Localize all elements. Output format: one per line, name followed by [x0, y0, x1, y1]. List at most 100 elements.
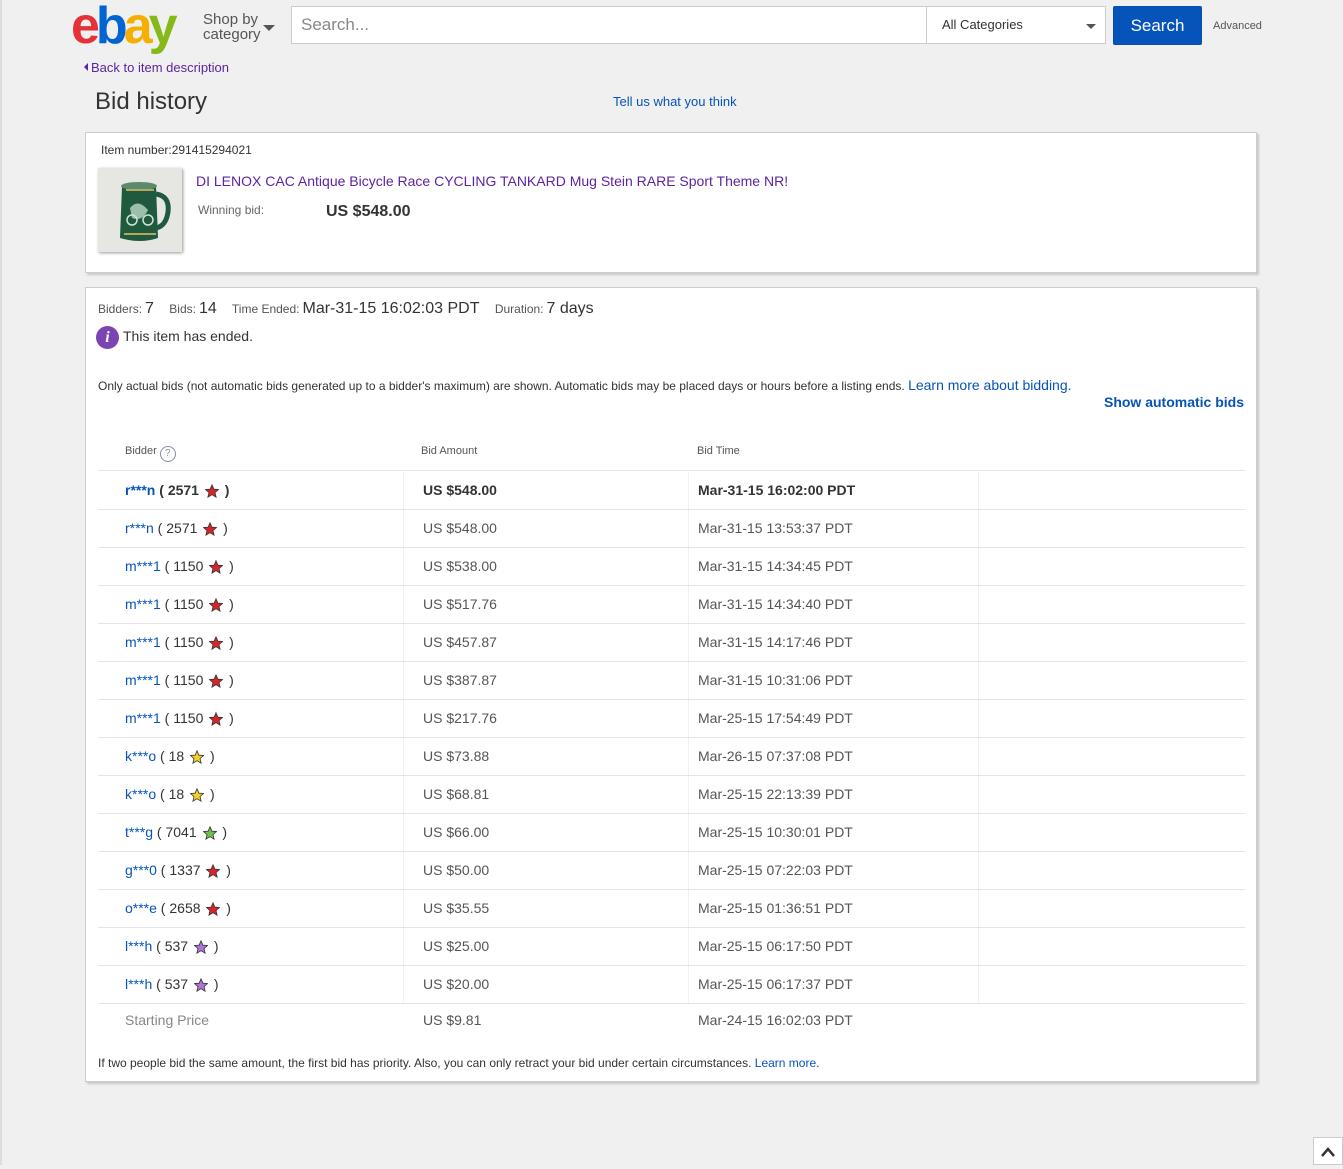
- bid-amount: US $20.00: [423, 976, 490, 992]
- logo-letter-b: b: [95, 0, 128, 55]
- feedback-star-icon[interactable]: [209, 636, 224, 650]
- item-number-label: Item number:: [101, 143, 172, 157]
- feedback-score[interactable]: 2658: [169, 900, 200, 916]
- bid-row: l***h ( 537 ) US $20.00 Mar-25-15 06:17:37…: [98, 966, 1245, 1004]
- bidder-link[interactable]: r***n: [125, 482, 155, 498]
- bid-row: k***o ( 18 ) US $68.81 Mar-25-15 22:13:39 …: [98, 776, 1245, 814]
- ebay-logo[interactable]: ebay: [71, 0, 178, 55]
- feedback-star-icon[interactable]: [209, 560, 224, 574]
- feedback-score[interactable]: 1150: [173, 596, 203, 612]
- feedback-star-icon[interactable]: [193, 978, 208, 992]
- feedback-score[interactable]: 537: [165, 938, 188, 954]
- feedback-score[interactable]: 1150: [173, 634, 203, 650]
- bid-amount: US $548.00: [423, 482, 497, 498]
- learn-more-link[interactable]: Learn more.: [755, 1056, 820, 1070]
- bidder-cell: m***1 ( 1150 ): [125, 558, 234, 574]
- bidder-link[interactable]: r***n: [125, 520, 154, 536]
- bidder-link[interactable]: k***o: [125, 786, 156, 802]
- feedback-star-icon[interactable]: [209, 712, 224, 726]
- bid-amount: US $517.76: [423, 596, 497, 612]
- feedback-star-icon[interactable]: [206, 902, 221, 916]
- search-bar: All Categories: [291, 6, 1106, 44]
- feedback-star-icon[interactable]: [203, 522, 218, 536]
- bid-row: r***n ( 2571 ) US $548.00 Mar-31-15 16:02:…: [98, 472, 1245, 510]
- amount-column-header: Bid Amount: [421, 445, 478, 457]
- bid-time: Mar-31-15 14:17:46 PDT: [698, 634, 853, 650]
- item-ended-notice: i This item has ended.: [96, 326, 253, 349]
- feedback-link[interactable]: Tell us what you think: [613, 94, 737, 109]
- bidder-link[interactable]: l***h: [125, 976, 152, 992]
- duration-value: 7 days: [546, 300, 594, 317]
- bid-amount: US $25.00: [423, 938, 490, 954]
- tankard-image: [98, 168, 182, 252]
- feedback-star-icon[interactable]: [202, 826, 217, 840]
- footer-note-text: If two people bid the same amount, the f…: [98, 1056, 752, 1070]
- bid-row: m***1 ( 1150 ) US $387.87 Mar-31-15 10:31:…: [98, 662, 1245, 700]
- feedback-star-icon[interactable]: [209, 674, 224, 688]
- bidder-cell: l***h ( 537 ): [125, 938, 219, 954]
- bid-amount: US $73.88: [423, 748, 490, 764]
- category-select[interactable]: All Categories: [926, 7, 1106, 43]
- feedback-star-icon[interactable]: [204, 484, 219, 498]
- bidder-cell: m***1 ( 1150 ): [125, 672, 234, 688]
- bid-amount: US $66.00: [423, 824, 490, 840]
- bidder-link[interactable]: m***1: [125, 634, 161, 650]
- bid-time: Mar-25-15 01:36:51 PDT: [698, 900, 853, 916]
- bidder-link[interactable]: l***h: [125, 938, 152, 954]
- feedback-score[interactable]: 7041: [165, 824, 196, 840]
- search-button[interactable]: Search: [1113, 6, 1202, 45]
- back-link-label: Back to item description: [91, 60, 230, 75]
- bid-row: o***e ( 2658 ) US $35.55 Mar-25-15 01:36:5…: [98, 890, 1245, 928]
- bids-note: Only actual bids (not automatic bids gen…: [98, 377, 1072, 393]
- bidder-cell: t***g ( 7041 ): [125, 824, 228, 840]
- feedback-score[interactable]: 2571: [168, 482, 199, 498]
- bidder-link[interactable]: t***g: [125, 824, 153, 840]
- item-thumbnail[interactable]: [98, 168, 182, 252]
- bid-time: Mar-31-15 16:02:00 PDT: [698, 482, 856, 498]
- feedback-score[interactable]: 1150: [173, 672, 203, 688]
- winning-bid-value: US $548.00: [326, 203, 411, 220]
- feedback-score[interactable]: 2571: [166, 520, 197, 536]
- item-title-link[interactable]: DI LENOX CAC Antique Bicycle Race CYCLIN…: [196, 173, 788, 189]
- bidder-cell: o***e ( 2658 ): [125, 900, 231, 916]
- feedback-score[interactable]: 537: [165, 976, 188, 992]
- bid-amount: US $68.81: [423, 786, 490, 802]
- bidder-cell: m***1 ( 1150 ): [125, 596, 234, 612]
- feedback-star-icon[interactable]: [193, 940, 208, 954]
- feedback-score[interactable]: 18: [169, 748, 185, 764]
- feedback-star-icon[interactable]: [190, 788, 205, 802]
- bidder-link[interactable]: m***1: [125, 596, 161, 612]
- bidder-link[interactable]: g***0: [125, 862, 157, 878]
- feedback-star-icon[interactable]: [190, 750, 205, 764]
- bid-table-body: r***n ( 2571 ) US $548.00 Mar-31-15 16:02:…: [98, 472, 1245, 1038]
- feedback-star-icon[interactable]: [206, 864, 221, 878]
- feedback-score[interactable]: 18: [169, 786, 185, 802]
- help-icon[interactable]: ?: [159, 446, 176, 462]
- info-icon: i: [96, 326, 119, 349]
- back-to-item-link[interactable]: Back to item description: [84, 60, 229, 75]
- bid-row: l***h ( 537 ) US $25.00 Mar-25-15 06:17:50…: [98, 928, 1245, 966]
- starting-price-row: Starting Price US $9.81 Mar-24-15 16:02:03…: [98, 1004, 1245, 1038]
- bidder-link[interactable]: m***1: [125, 558, 161, 574]
- shop-by-category-button[interactable]: Shop by category: [203, 11, 275, 42]
- bidder-link[interactable]: m***1: [125, 710, 161, 726]
- search-input[interactable]: [292, 7, 926, 43]
- learn-more-bidding-link[interactable]: Learn more about bidding.: [908, 377, 1071, 393]
- bid-time: Mar-25-15 10:30:01 PDT: [698, 824, 853, 840]
- shop-by-label: Shop by: [203, 11, 259, 28]
- advanced-search-link[interactable]: Advanced: [1213, 20, 1262, 32]
- bidder-cell: l***h ( 537 ): [125, 976, 219, 992]
- bidder-cell: g***0 ( 1337 ): [125, 862, 231, 878]
- feedback-score[interactable]: 1150: [173, 558, 203, 574]
- show-automatic-bids-link[interactable]: Show automatic bids: [1104, 394, 1244, 410]
- item-number: Item number:291415294021: [101, 143, 252, 157]
- bidder-link[interactable]: o***e: [125, 900, 157, 916]
- feedback-score[interactable]: 1150: [173, 710, 203, 726]
- scroll-to-top-button[interactable]: [1313, 1137, 1343, 1165]
- feedback-score[interactable]: 1337: [169, 862, 200, 878]
- bidder-link[interactable]: k***o: [125, 748, 156, 764]
- bid-time: Mar-25-15 06:17:37 PDT: [698, 976, 853, 992]
- item-number-value: 291415294021: [171, 143, 252, 157]
- feedback-star-icon[interactable]: [209, 598, 224, 612]
- bidder-link[interactable]: m***1: [125, 672, 161, 688]
